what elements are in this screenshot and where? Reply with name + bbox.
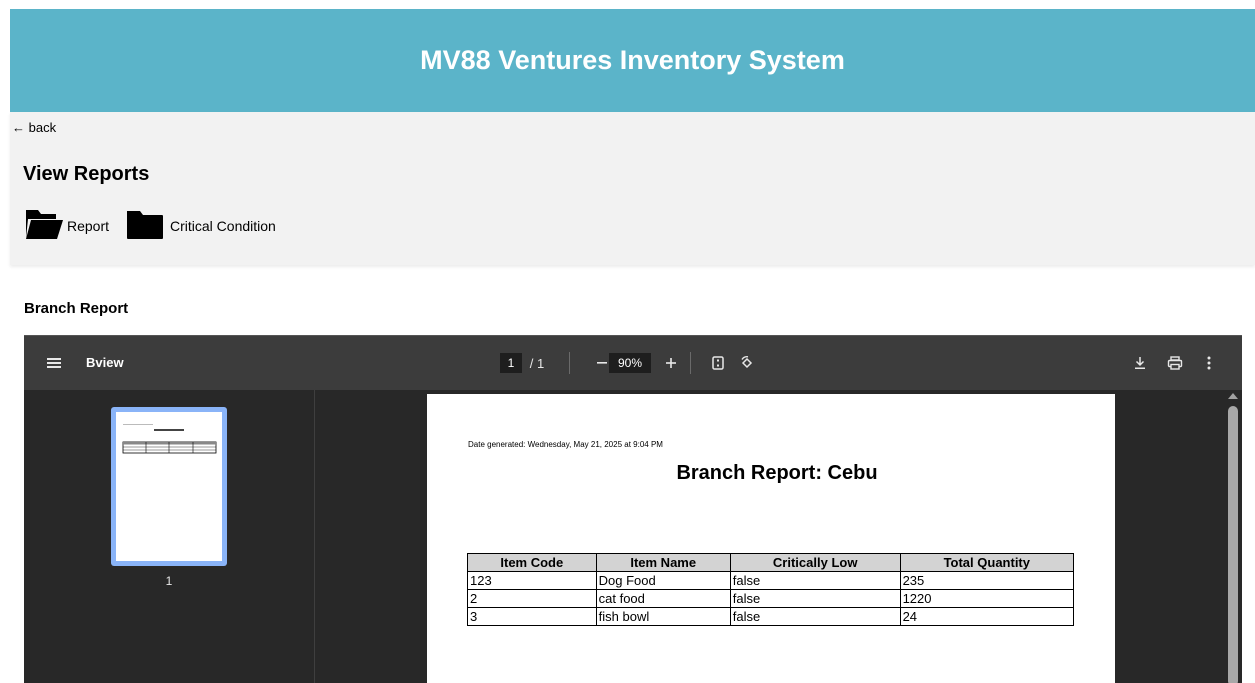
print-icon[interactable] (1165, 353, 1185, 373)
table-cell: 235 (899, 571, 1075, 590)
table-cell: false (729, 607, 901, 626)
table-cell: false (729, 571, 901, 590)
rotate-icon[interactable] (737, 353, 757, 373)
branch-report-title: Branch Report (24, 300, 129, 317)
scroll-up-arrow-icon[interactable] (1228, 393, 1238, 399)
toolbar-divider (569, 352, 570, 374)
folder-label: Critical Condition (170, 218, 276, 234)
folder-open-icon (25, 208, 63, 245)
table-cell: 3 (467, 607, 597, 626)
app-title: MV88 Ventures Inventory System (420, 45, 845, 75)
table-cell: Dog Food (595, 571, 731, 590)
report-table: Item Code Item Name Critically Low Total… (467, 553, 1075, 626)
more-options-icon[interactable] (1199, 353, 1219, 373)
scrollbar-thumb[interactable] (1228, 406, 1238, 683)
thumbnail-page-preview (116, 412, 222, 561)
table-cell: 1220 (899, 589, 1075, 608)
thumbnail-page-number: 1 (165, 574, 173, 588)
document-title: Bview (86, 355, 124, 370)
table-row: 2 cat food false 1220 (467, 589, 1075, 608)
fit-page-icon[interactable] (708, 353, 728, 373)
zoom-in-icon[interactable] (661, 353, 681, 373)
app-header: MV88 Ventures Inventory System (10, 9, 1255, 112)
table-cell: cat food (595, 589, 731, 608)
pdf-viewer: Bview 1 / 1 90% 1 Date generated: Wednes… (24, 335, 1242, 683)
section-title: View Reports (23, 163, 150, 185)
download-icon[interactable] (1130, 353, 1150, 373)
thumbnail-sidebar: 1 (24, 390, 315, 683)
folder-icon (126, 208, 164, 245)
table-cell: fish bowl (595, 607, 731, 626)
page-number-input[interactable]: 1 (500, 353, 522, 373)
column-header: Item Name (595, 553, 731, 572)
pdf-toolbar: Bview 1 / 1 90% (24, 336, 1242, 390)
report-folder-button[interactable]: Report (25, 208, 109, 244)
column-header: Critically Low (729, 553, 901, 572)
table-row: 123 Dog Food false 235 (467, 571, 1075, 590)
column-header: Item Code (467, 553, 597, 572)
menu-icon[interactable] (44, 353, 64, 373)
report-title: Branch Report: Cebu (676, 462, 878, 484)
table-header-row: Item Code Item Name Critically Low Total… (467, 553, 1075, 572)
back-link[interactable]: ← back (12, 120, 56, 135)
column-header: Total Quantity (899, 553, 1075, 572)
pdf-page: Date generated: Wednesday, May 21, 2025 … (427, 394, 1115, 683)
critical-condition-folder-button[interactable]: Critical Condition (126, 208, 276, 244)
reports-panel: ← back View Reports Report Critical Cond… (10, 112, 1255, 265)
toolbar-divider (690, 352, 691, 374)
table-cell: 2 (467, 589, 597, 608)
table-cell: false (729, 589, 901, 608)
page-thumbnail[interactable] (111, 407, 227, 566)
date-generated: Date generated: Wednesday, May 21, 2025 … (468, 440, 663, 449)
table-row: 3 fish bowl false 24 (467, 607, 1075, 626)
table-cell: 123 (467, 571, 597, 590)
scrollbar[interactable] (1224, 390, 1242, 683)
table-cell: 24 (899, 607, 1075, 626)
page-total: / 1 (529, 355, 545, 371)
folder-label: Report (67, 218, 110, 234)
zoom-level-input[interactable]: 90% (609, 353, 651, 373)
